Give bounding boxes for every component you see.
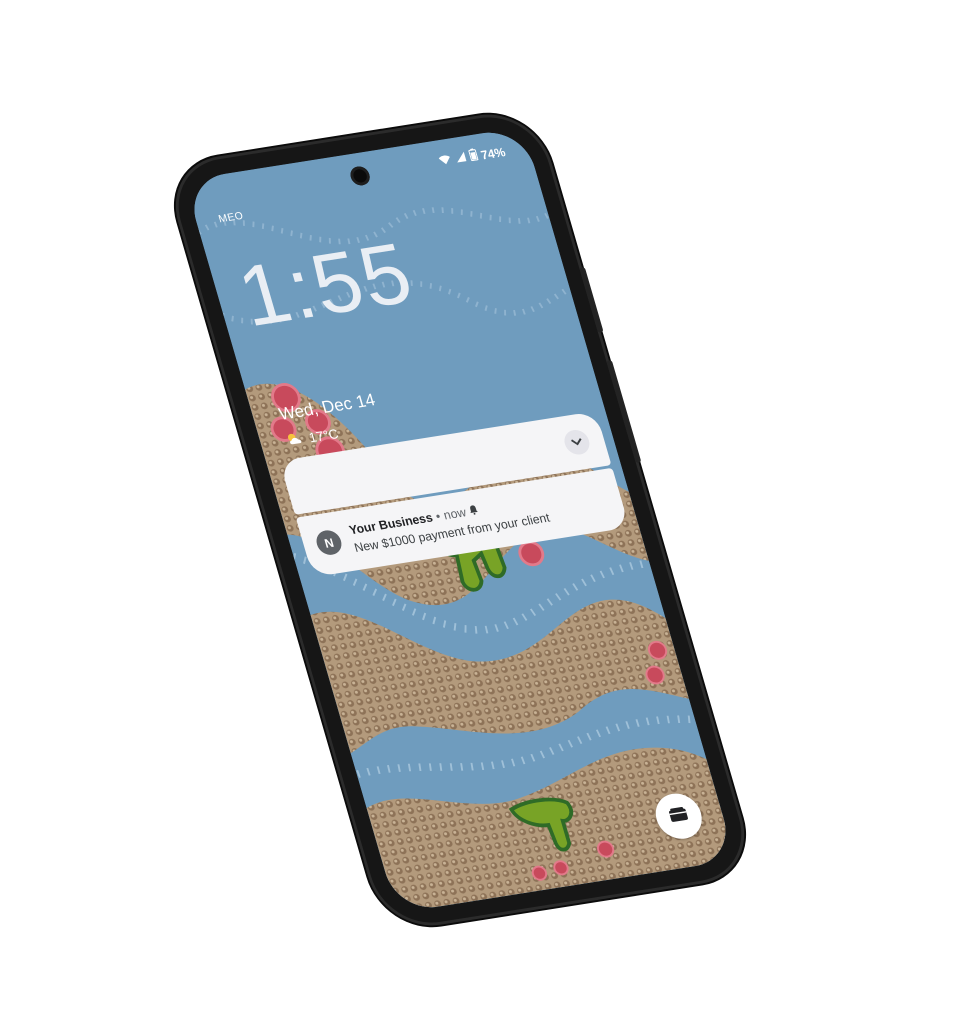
partly-cloudy-icon (285, 430, 306, 448)
chevron-down-icon (569, 433, 585, 451)
wallet-icon (667, 805, 691, 827)
signal-icon (453, 150, 468, 166)
notification-time: now (441, 504, 468, 523)
lock-screen[interactable]: 74% MEO 1:55 Wed, Dec 14 17°C N Your Bus… (184, 126, 736, 914)
battery-percentage: 74% (478, 144, 507, 162)
wifi-icon (437, 153, 454, 169)
bell-icon (467, 503, 480, 518)
notification-separator: • (433, 508, 443, 524)
battery-icon (468, 148, 480, 164)
device-render: 74% MEO 1:55 Wed, Dec 14 17°C N Your Bus… (0, 0, 969, 1022)
power-button (579, 266, 604, 333)
expand-button[interactable] (561, 428, 593, 457)
phone-frame: 74% MEO 1:55 Wed, Dec 14 17°C N Your Bus… (165, 109, 755, 931)
app-icon: N (313, 528, 345, 557)
